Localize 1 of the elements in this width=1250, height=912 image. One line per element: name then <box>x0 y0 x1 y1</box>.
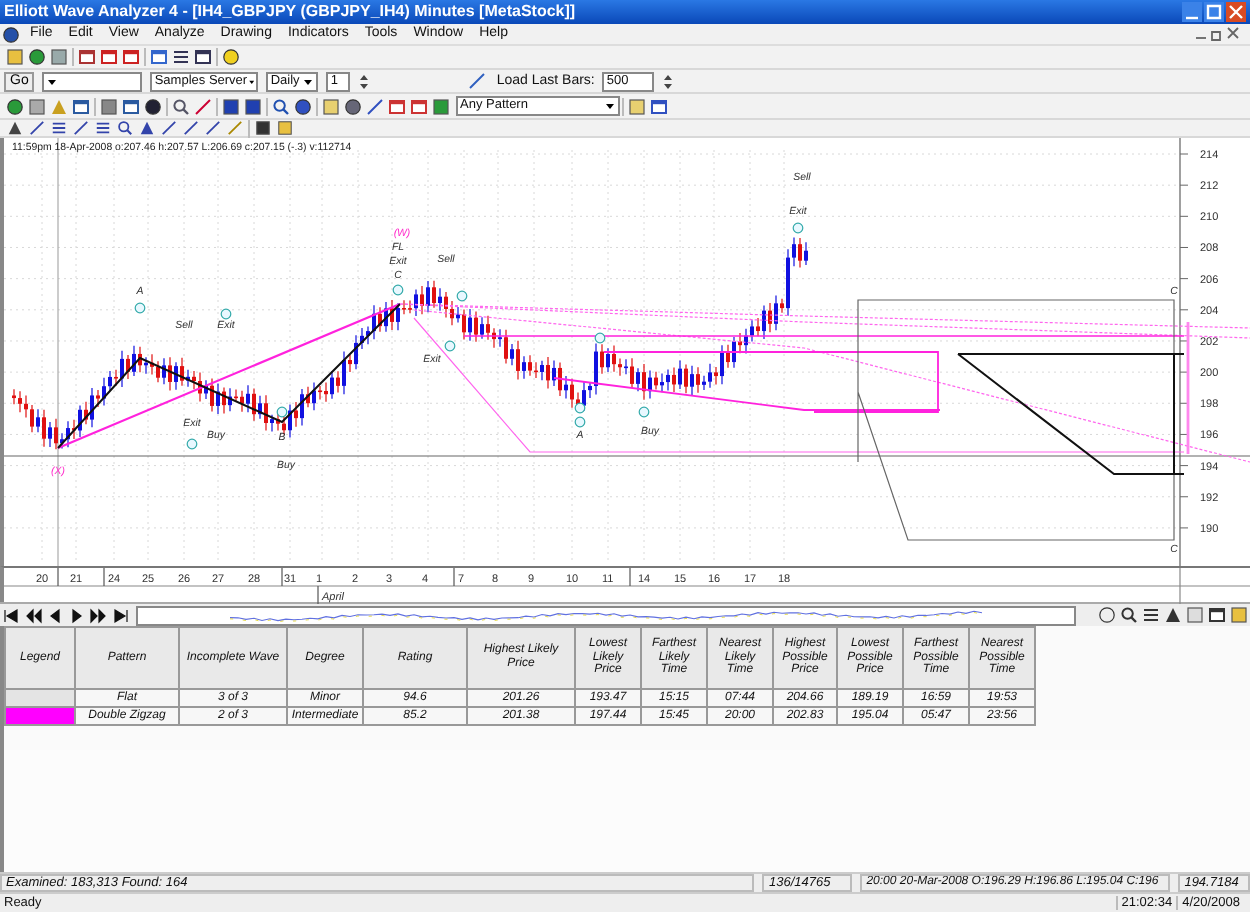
window-title: Elliott Wave Analyzer 4 - [IH4_GBPJPY (GBPJPY_IH4) Minutes [MetaStock]] <box>4 3 576 21</box>
